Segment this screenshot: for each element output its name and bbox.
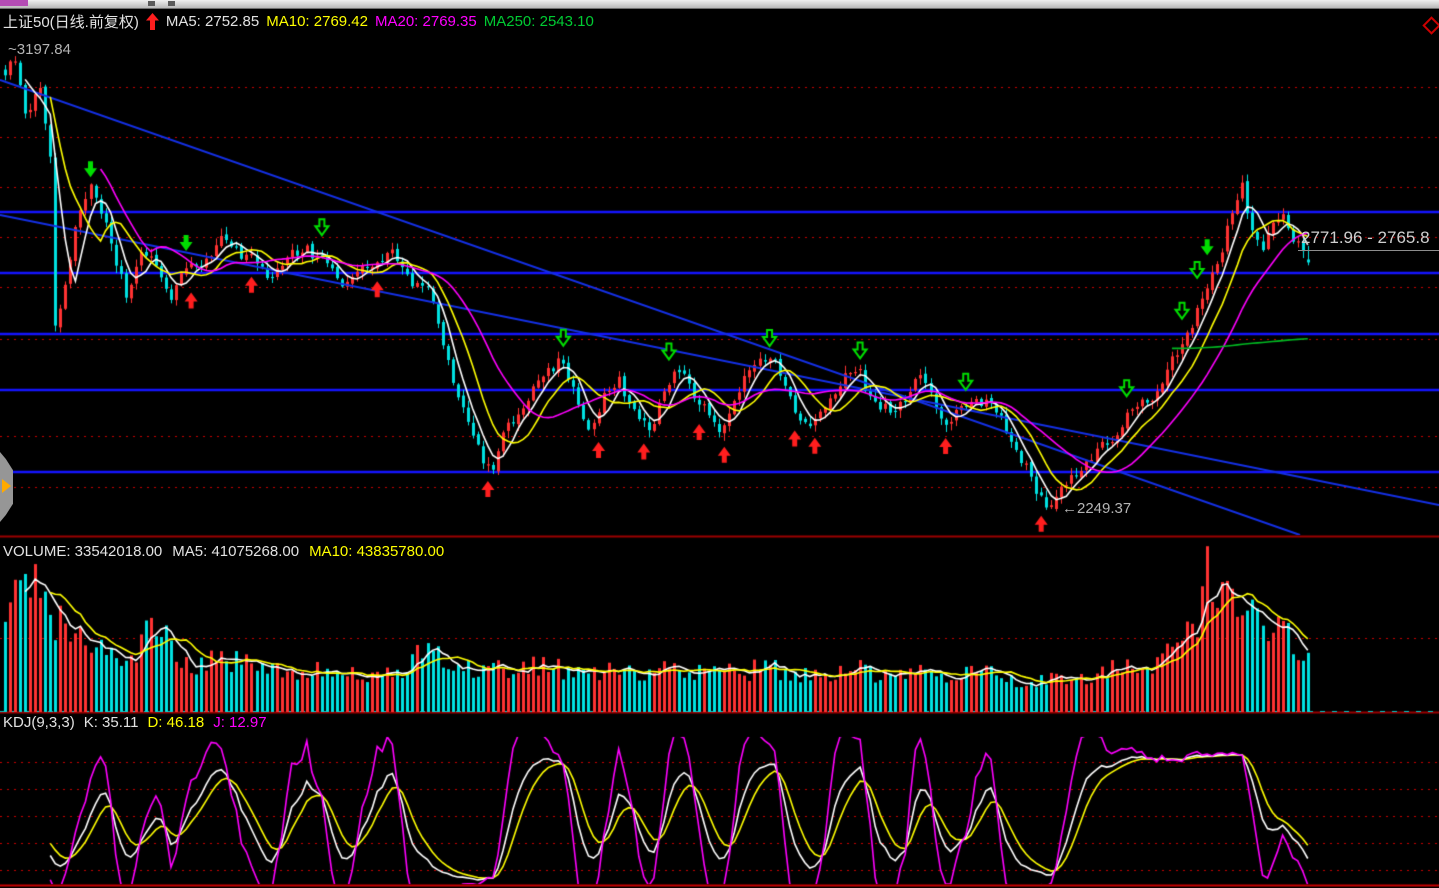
kdj-d-label: D: 46.18: [147, 714, 204, 731]
ma5-value-label: MA5: 2752.85: [166, 13, 259, 30]
strip-purple-indicator: [0, 0, 28, 6]
peak-price-label: ~3197.84: [8, 41, 71, 58]
volume-ma10-label: MA10: 43835780.00: [309, 543, 444, 560]
up-arrow-icon: [146, 13, 159, 30]
kdj-indicator-label: KDJ(9,3,3): [3, 714, 75, 731]
kdj-k-label: K: 35.11: [84, 714, 139, 731]
last-price-range-underline: [1298, 250, 1439, 251]
volume-ma5-label: MA5: 41075268.00: [172, 543, 299, 560]
volume-header: VOLUME: 33542018.00 MA5: 41075268.00 MA1…: [3, 543, 444, 560]
ma20-value-label: MA20: 2769.35: [375, 13, 477, 30]
low-price-label: ←2249.37: [1062, 500, 1131, 517]
sidebar-expand-arrow-icon[interactable]: [2, 479, 11, 493]
strip-tick-icon: [168, 1, 175, 6]
kdj-header: KDJ(9,3,3) K: 35.11 D: 46.18 J: 12.97: [3, 714, 267, 731]
kline-header: 上证50(日线.前复权) MA5: 2752.85 MA10: 2769.42 …: [3, 11, 594, 32]
kdj-j-label: J: 12.97: [213, 714, 266, 731]
symbol-period-label: 上证50(日线.前复权): [3, 11, 139, 32]
ma250-value-label: MA250: 2543.10: [484, 13, 594, 30]
window-top-strip: [0, 0, 1439, 9]
strip-tick-icon: [148, 1, 155, 6]
stock-chart-canvas[interactable]: [0, 0, 1439, 888]
volume-value-label: VOLUME: 33542018.00: [3, 543, 162, 560]
stock-app-window: 上证50(日线.前复权) MA5: 2752.85 MA10: 2769.42 …: [0, 0, 1439, 888]
ma10-value-label: MA10: 2769.42: [266, 13, 368, 30]
last-price-range-label: 2771.96 - 2765.8: [1301, 228, 1430, 248]
